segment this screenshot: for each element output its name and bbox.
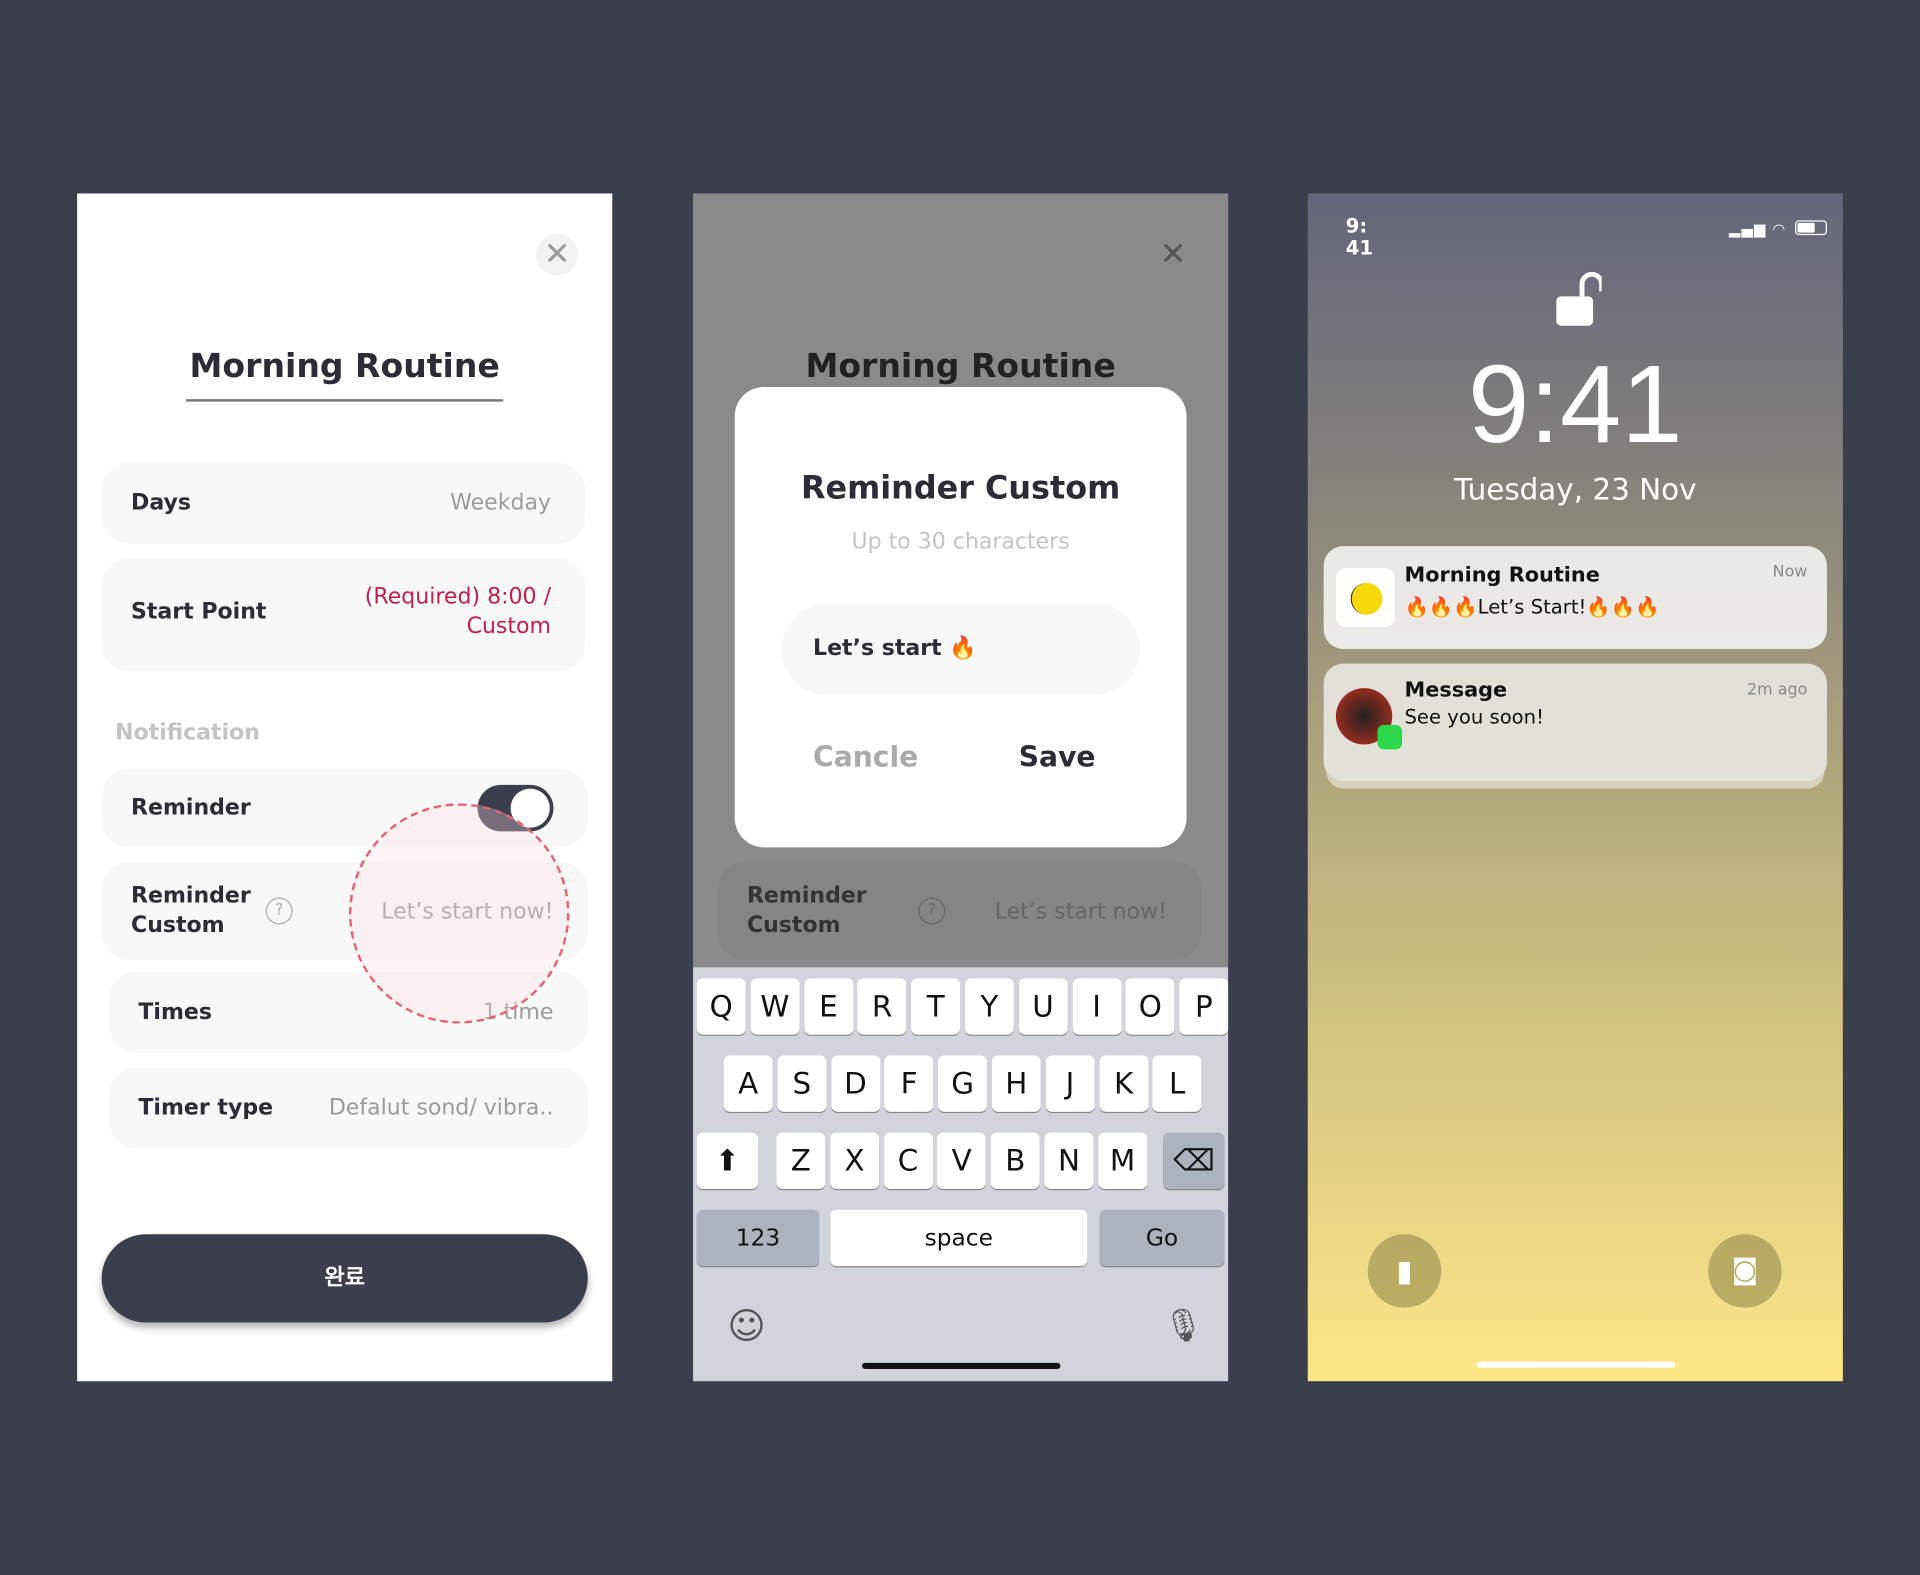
days-row[interactable]: Days Weekday: [101, 462, 586, 544]
key-q[interactable]: Q: [696, 978, 746, 1035]
help-icon: ?: [918, 897, 946, 925]
cancel-button[interactable]: Cancle: [813, 742, 918, 774]
flashlight-button[interactable]: ▮: [1367, 1234, 1442, 1308]
start-point-row[interactable]: Start Point (Required) 8:00 /Custom: [101, 558, 586, 672]
notification-morning-routine[interactable]: Morning Routine 🔥🔥🔥Let’s Start!🔥🔥🔥 Now: [1323, 546, 1827, 649]
key-y[interactable]: Y: [964, 978, 1014, 1035]
notification-body: See you soon!: [1404, 705, 1544, 729]
save-button[interactable]: Save: [1019, 742, 1096, 774]
timer-type-row[interactable]: Timer type Defalut sond/ vibra..: [108, 1067, 588, 1149]
lock-clock: 9:41: [1468, 344, 1683, 467]
key-r[interactable]: R: [857, 978, 907, 1035]
reminder-custom-dialog-screen: ✕ Morning Routine Reminder Custom ? Let’s…: [693, 193, 1229, 1382]
notification-app: Message: [1404, 678, 1508, 703]
key-d[interactable]: D: [830, 1055, 880, 1112]
notification-section-label: Notification: [115, 720, 260, 746]
close-button[interactable]: ✕: [536, 233, 578, 276]
routine-settings-screen: ✕ Morning Routine Days Weekday Start Poi…: [77, 193, 613, 1382]
title-underline: [186, 399, 504, 402]
key-u[interactable]: U: [1018, 978, 1068, 1035]
shift-key[interactable]: ⬆: [696, 1132, 758, 1189]
key-h[interactable]: H: [991, 1055, 1041, 1112]
reminder-custom-dialog: Reminder Custom Up to 30 characters Let’…: [734, 386, 1187, 848]
home-indicator: [1476, 1361, 1676, 1368]
notification-message[interactable]: Message See you soon! 2m ago: [1323, 663, 1827, 782]
key-l[interactable]: L: [1152, 1055, 1202, 1112]
key-v[interactable]: V: [937, 1132, 987, 1189]
notification-app: Morning Routine: [1404, 563, 1600, 588]
messages-icon: [1377, 724, 1403, 750]
help-icon[interactable]: ?: [265, 897, 293, 925]
reminder-custom-label: Reminder Custom: [746, 882, 867, 938]
space-key[interactable]: space: [830, 1209, 1088, 1267]
reminder-custom-value: Let’s start now!: [994, 898, 1167, 925]
key-t[interactable]: T: [911, 978, 961, 1035]
reminder-custom-label: Reminder Custom: [131, 882, 251, 938]
numbers-key[interactable]: 123: [696, 1209, 820, 1267]
app-icon: [1335, 568, 1395, 627]
notification-time: 2m ago: [1747, 680, 1808, 700]
key-m[interactable]: M: [1098, 1132, 1148, 1189]
signal-wifi-icons: ▂▄▆ ◠: [1728, 220, 1787, 238]
notification-body: 🔥🔥🔥Let’s Start!🔥🔥🔥: [1404, 595, 1660, 619]
close-icon[interactable]: ✕: [1152, 234, 1194, 276]
notification-time: Now: [1772, 563, 1808, 582]
go-key[interactable]: Go: [1099, 1209, 1225, 1267]
start-point-label: Start Point: [131, 598, 267, 625]
background-reminder-row: Reminder Custom ? Let’s start now!: [717, 862, 1202, 961]
key-n[interactable]: N: [1044, 1132, 1094, 1189]
key-z[interactable]: Z: [776, 1132, 826, 1189]
days-value: Weekday: [450, 489, 552, 516]
flashlight-icon: ▮: [1396, 1253, 1413, 1289]
key-o[interactable]: O: [1125, 978, 1175, 1035]
home-indicator: [862, 1362, 1061, 1369]
dialog-hint: Up to 30 characters: [851, 528, 1070, 555]
microphone-icon[interactable]: 🎙: [1163, 1308, 1203, 1345]
emoji-icon[interactable]: ☺: [727, 1305, 765, 1348]
key-i[interactable]: I: [1072, 978, 1122, 1035]
key-b[interactable]: B: [990, 1132, 1040, 1189]
unlock-icon: [1556, 271, 1602, 326]
key-s[interactable]: S: [777, 1055, 827, 1112]
camera-button[interactable]: ◙: [1708, 1234, 1782, 1308]
key-x[interactable]: X: [829, 1132, 879, 1189]
backspace-key[interactable]: ⌫: [1163, 1132, 1225, 1189]
key-j[interactable]: J: [1045, 1055, 1095, 1112]
key-f[interactable]: F: [884, 1055, 934, 1112]
days-label: Days: [131, 489, 192, 516]
reminder-text-input[interactable]: Let’s start 🔥: [781, 602, 1141, 696]
background-title: Morning Routine: [805, 347, 1116, 386]
keyboard: Q W E R T Y U I O P A S D F G H J K L Z X C V B N M ⬆ ⌫ 123 space Go ☺ 🎙: [693, 967, 1229, 1382]
tap-indicator: [348, 803, 570, 1024]
reminder-label: Reminder: [131, 794, 251, 821]
timer-type-value: Defalut sond/ vibra..: [328, 1094, 554, 1121]
key-c[interactable]: C: [883, 1132, 933, 1189]
done-button[interactable]: 완료: [101, 1234, 588, 1323]
close-icon: ✕: [543, 236, 571, 274]
camera-icon: ◙: [1731, 1255, 1758, 1286]
key-w[interactable]: W: [750, 978, 800, 1035]
key-a[interactable]: A: [723, 1055, 773, 1112]
lock-screen: 9:41 ▂▄▆ ◠ 9:41 Tuesday, 23 Nov Morning …: [1307, 193, 1843, 1382]
start-point-value: (Required) 8:00 /Custom: [364, 584, 552, 640]
timer-type-label: Timer type: [138, 1094, 274, 1121]
dialog-title: Reminder Custom: [800, 470, 1121, 507]
input-value: Let’s start 🔥: [813, 635, 977, 662]
key-g[interactable]: G: [938, 1055, 988, 1112]
status-time: 9:41: [1345, 214, 1373, 260]
battery-icon: [1795, 220, 1827, 236]
key-p[interactable]: P: [1179, 978, 1229, 1035]
key-e[interactable]: E: [803, 978, 853, 1035]
lock-date: Tuesday, 23 Nov: [1454, 472, 1697, 507]
page-title: Morning Routine: [189, 347, 500, 386]
key-k[interactable]: K: [1099, 1055, 1149, 1112]
times-label: Times: [138, 999, 213, 1025]
